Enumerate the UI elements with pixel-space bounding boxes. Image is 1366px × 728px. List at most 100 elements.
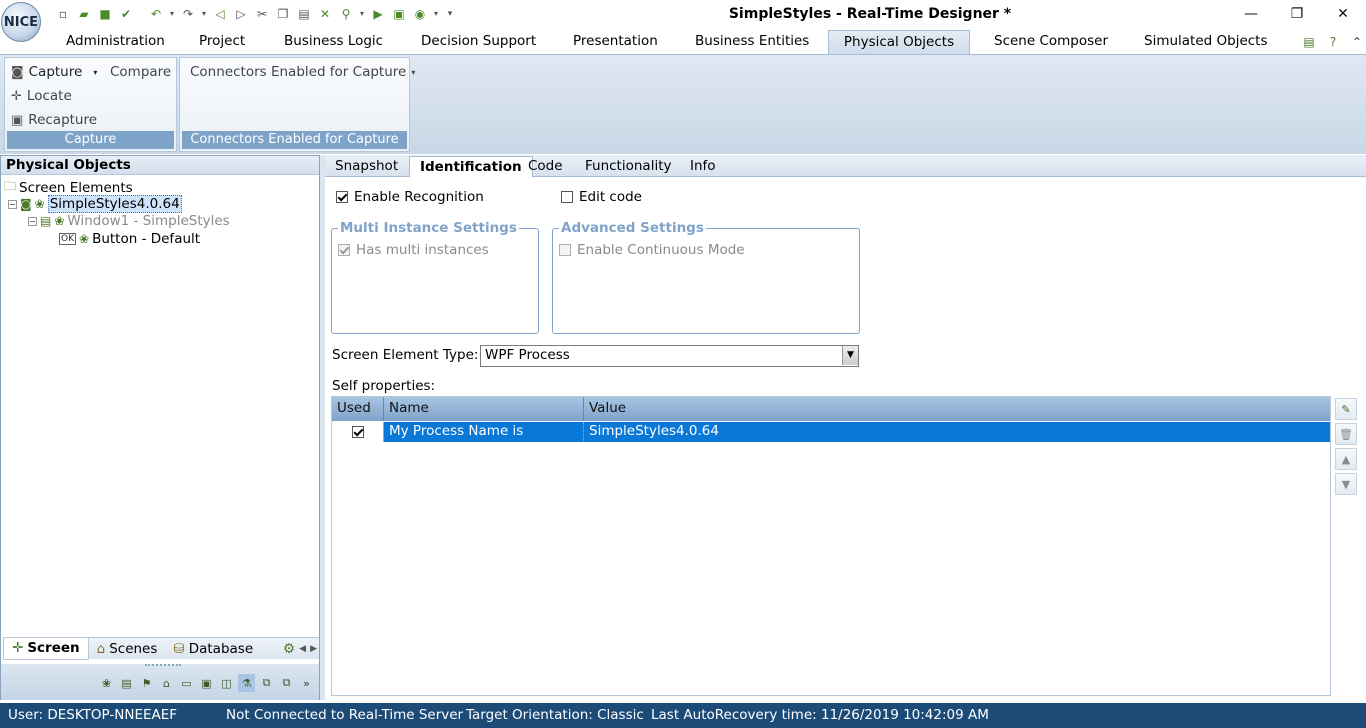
find-dropdown-icon[interactable]: ▾ [358, 5, 366, 23]
display-icon[interactable]: ▣ [198, 674, 215, 692]
tree-node-window[interactable]: − ▤ ❀ Window1 - SimpleStyles [28, 213, 230, 229]
process-icon: ❀ [34, 197, 45, 211]
grip-handle[interactable] [145, 664, 181, 668]
table-row[interactable]: My Process Name is SimpleStyles4.0.64 [332, 422, 1330, 442]
tree-node-button[interactable]: OK ❀ Button - Default [59, 231, 200, 247]
capture-icon[interactable]: ◉ [411, 5, 429, 23]
tab-business-entities[interactable]: Business Entities [683, 30, 821, 54]
name-cell[interactable]: My Process Name is [384, 422, 584, 442]
tree-node-app[interactable]: − ◙ ❀ SimpleStyles4.0.64 [8, 195, 182, 213]
collapse-ribbon-icon[interactable]: ⌃ [1348, 33, 1366, 51]
tab-info[interactable]: Info [680, 156, 726, 177]
used-cell[interactable] [332, 422, 384, 442]
tab-presentation[interactable]: Presentation [561, 30, 670, 54]
help-icon[interactable]: ? [1324, 33, 1342, 51]
close-icon[interactable]: ✕ [1320, 0, 1366, 28]
camera-icon: ◙ [20, 197, 32, 211]
move-down-icon[interactable]: ▼ [1335, 473, 1357, 495]
flag-icon[interactable]: ⚑ [138, 674, 155, 692]
compare-button[interactable]: Compare [110, 64, 171, 80]
link-icon[interactable]: ⌂ [158, 674, 175, 692]
scroll-left-icon[interactable]: ◀ [299, 644, 306, 654]
undo-dropdown-icon[interactable]: ▾ [168, 5, 176, 23]
paste-icon[interactable]: ▤ [295, 5, 313, 23]
tab-screen[interactable]: ✛ Screen [3, 637, 89, 660]
chevron-down-icon: ▾ [93, 67, 98, 77]
restore-icon[interactable]: ❐ [1274, 0, 1320, 28]
save-icon[interactable]: ■ [96, 5, 114, 23]
customize-icon[interactable]: ▾ [443, 5, 457, 23]
run-icon[interactable]: ▶ [369, 5, 387, 23]
crosshair-icon: ✛ [11, 88, 22, 104]
database-icon: ⛁ [173, 640, 185, 657]
tab-scene-composer[interactable]: Scene Composer [982, 30, 1120, 54]
deploy-icon[interactable]: ▣ [390, 5, 408, 23]
find-icon[interactable]: ⚲ [337, 5, 355, 23]
copy-doc-icon[interactable]: ▤ [1300, 33, 1318, 51]
checkbox-box [559, 244, 571, 256]
forward-icon[interactable]: ▷ [232, 5, 250, 23]
save-check-icon[interactable]: ✔ [117, 5, 135, 23]
redo-icon[interactable]: ↷ [179, 5, 197, 23]
left-pane-toolbar: ❀ ▤ ⚑ ⌂ ▭ ▣ ◫ ⚗ ⧉ ⧉ » [1, 664, 319, 700]
details-tabs: Snapshot Identification Code Functionali… [325, 155, 1366, 178]
tab-snapshot[interactable]: Snapshot [325, 156, 408, 177]
element-type-select[interactable]: WPF Process ▼ [480, 345, 859, 367]
scroll-right-icon[interactable]: ▶ [310, 644, 317, 654]
multi-instance-title: Multi Instance Settings [338, 220, 519, 236]
redo-dropdown-icon[interactable]: ▾ [200, 5, 208, 23]
column-header-used[interactable]: Used [332, 397, 384, 421]
copy-icon[interactable]: ❐ [274, 5, 292, 23]
element-type-label: Screen Element Type: [332, 347, 479, 363]
connectors-dropdown[interactable]: Connectors Enabled for Capture ▾ [190, 64, 415, 80]
edit-code-checkbox[interactable]: Edit code [561, 189, 642, 205]
stack2-icon[interactable]: ⧉ [278, 674, 295, 692]
collapse-icon[interactable]: − [28, 216, 37, 226]
list-tool-icon[interactable]: ▤ [118, 674, 135, 692]
tab-decision-support[interactable]: Decision Support [409, 30, 548, 54]
new-icon[interactable]: ▫ [54, 5, 72, 23]
locate-button[interactable]: ✛ Locate [11, 88, 72, 104]
tab-administration[interactable]: Administration [54, 30, 177, 54]
tab-code[interactable]: Code [518, 156, 573, 177]
used-checkbox[interactable] [351, 426, 364, 438]
move-up-icon[interactable]: ▲ [1335, 448, 1357, 470]
value-cell[interactable]: SimpleStyles4.0.64 [584, 422, 1330, 442]
back-icon[interactable]: ◁ [211, 5, 229, 23]
tab-physical-objects[interactable]: Physical Objects [828, 30, 970, 54]
tab-identification[interactable]: Identification [409, 156, 533, 178]
recapture-button[interactable]: ▣ Recapture [11, 112, 97, 128]
capture-button[interactable]: ◙ Capture ▾ [11, 64, 97, 80]
delete-icon[interactable]: ✕ [316, 5, 334, 23]
column-header-name[interactable]: Name [384, 397, 584, 421]
filter-icon[interactable]: ⚗ [238, 674, 255, 692]
tab-simulated-objects[interactable]: Simulated Objects [1132, 30, 1280, 54]
tree-tool-icon[interactable]: ❀ [98, 674, 115, 692]
self-properties-grid: Used Name Value My Process Name is Simpl… [331, 396, 1331, 696]
minimize-icon[interactable]: — [1228, 0, 1274, 28]
cube-icon[interactable]: ◫ [218, 674, 235, 692]
tab-business-logic[interactable]: Business Logic [272, 30, 395, 54]
cut-icon[interactable]: ✂ [253, 5, 271, 23]
open-icon[interactable]: ▰ [75, 5, 93, 23]
scenes-icon: ⌂ [96, 640, 106, 657]
add-property-icon[interactable]: ✎ [1335, 398, 1357, 420]
collapse-icon[interactable]: − [8, 199, 17, 209]
enable-recognition-checkbox[interactable]: Enable Recognition [336, 189, 484, 205]
monitor-icon[interactable]: ▭ [178, 674, 195, 692]
delete-property-icon[interactable]: 🗑 [1335, 423, 1357, 445]
window-icon: ▤ [40, 214, 52, 228]
expand-toolbar-icon[interactable]: » [298, 674, 315, 692]
tab-database[interactable]: ⛁ Database [165, 638, 261, 660]
column-header-value[interactable]: Value [584, 397, 1330, 421]
has-multi-instances-checkbox: Has multi instances [338, 242, 489, 258]
tab-functionality[interactable]: Functionality [575, 156, 681, 177]
tab-more[interactable]: ⚙ ◀ ▶ [281, 638, 319, 660]
chevron-down-icon[interactable]: ▼ [842, 346, 858, 365]
app-logo[interactable]: NICE [1, 2, 41, 42]
stack-icon[interactable]: ⧉ [258, 674, 275, 692]
undo-icon[interactable]: ↶ [147, 5, 165, 23]
capture-dropdown-icon[interactable]: ▾ [432, 5, 440, 23]
tab-project[interactable]: Project [187, 30, 257, 54]
tab-scenes[interactable]: ⌂ Scenes [89, 638, 166, 660]
